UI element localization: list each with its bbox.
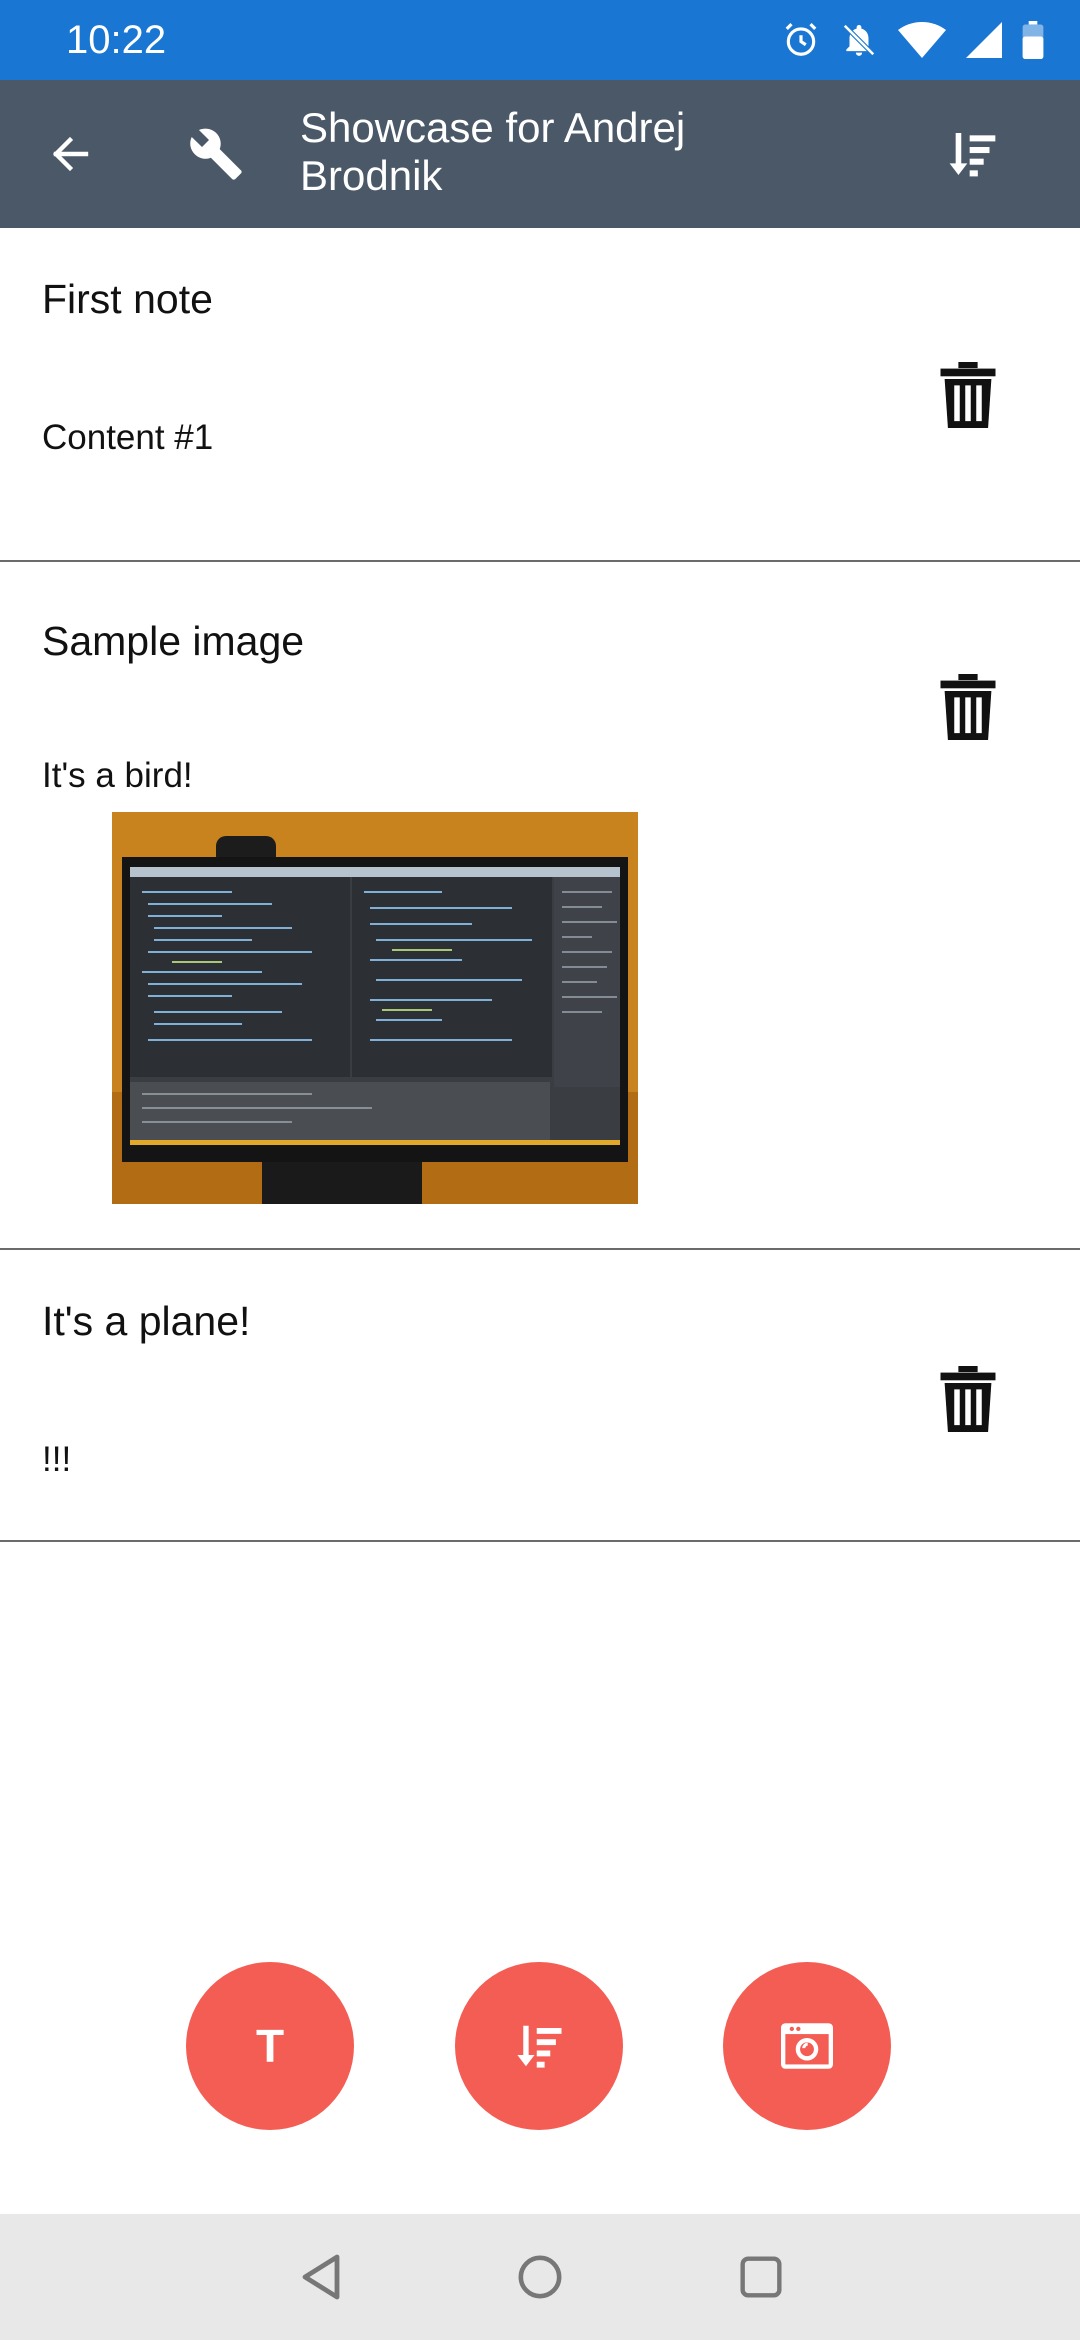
note-title: First note xyxy=(42,276,213,322)
text-note-icon: T xyxy=(255,2020,285,2072)
note-image[interactable] xyxy=(112,812,638,1204)
nav-home-button[interactable] xyxy=(505,2242,575,2312)
wrench-icon xyxy=(190,128,242,180)
nav-recents-icon xyxy=(740,2256,782,2298)
note-content: It's a bird! xyxy=(42,756,193,795)
status-bar: 10:22 xyxy=(0,0,1080,80)
camera-icon xyxy=(781,2023,833,2069)
status-icons xyxy=(782,20,1044,60)
status-time: 10:22 xyxy=(66,18,167,62)
nav-back-button[interactable] xyxy=(286,2242,356,2312)
signal-icon xyxy=(966,22,1002,58)
navigation-bar xyxy=(0,2214,1080,2340)
back-button[interactable] xyxy=(30,114,110,194)
note-item[interactable]: Sample image It's a bird! xyxy=(0,562,1080,1250)
nav-recents-button[interactable] xyxy=(726,2242,796,2312)
notifications-off-icon xyxy=(843,24,875,56)
nav-back-icon xyxy=(302,2254,340,2300)
app-title: Showcase for Andrej Brodnik xyxy=(300,104,686,199)
monitor-photo xyxy=(112,812,638,1204)
sort-fab-button[interactable] xyxy=(455,1962,623,2130)
notes-list: First note Content #1 Sample image It's … xyxy=(0,228,1080,1542)
add-text-note-button[interactable]: T xyxy=(186,1962,354,2130)
trash-icon xyxy=(940,362,996,428)
alarm-icon xyxy=(785,23,817,56)
trash-icon xyxy=(940,674,996,740)
wifi-icon xyxy=(898,22,946,58)
trash-icon xyxy=(940,1366,996,1432)
app-bar: Showcase for Andrej Brodnik xyxy=(0,80,1080,228)
delete-note-button[interactable] xyxy=(928,1354,1008,1444)
delete-note-button[interactable] xyxy=(928,350,1008,440)
note-content: Content #1 xyxy=(42,418,214,457)
note-title: Sample image xyxy=(42,618,305,664)
note-content: !!! xyxy=(42,1440,72,1479)
sort-icon xyxy=(949,133,996,177)
nav-home-icon xyxy=(518,2255,562,2299)
back-arrow-icon xyxy=(52,136,89,172)
sort-button[interactable] xyxy=(932,114,1012,194)
add-image-note-button[interactable] xyxy=(723,1962,891,2130)
sort-icon xyxy=(517,2025,562,2068)
note-title: It's a plane! xyxy=(42,1298,251,1344)
note-item[interactable]: First note Content #1 xyxy=(0,228,1080,562)
settings-button[interactable] xyxy=(176,114,256,194)
battery-icon xyxy=(1022,21,1044,59)
delete-note-button[interactable] xyxy=(928,662,1008,752)
note-item[interactable]: It's a plane! !!! xyxy=(0,1250,1080,1542)
